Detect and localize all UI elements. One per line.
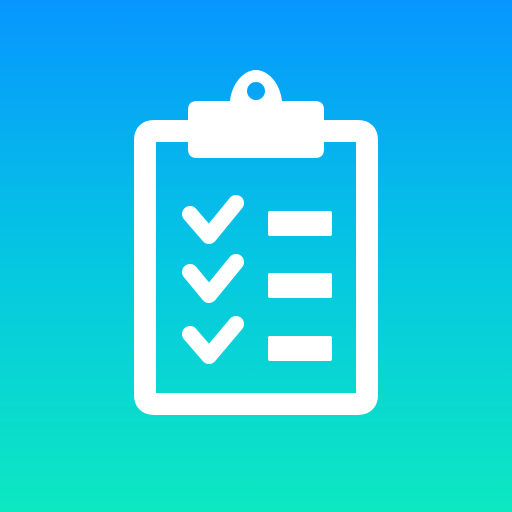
checklist-line-1 <box>268 211 332 236</box>
clipboard-clip-hole <box>247 82 265 100</box>
checklist <box>182 195 332 364</box>
checklist-check-3 <box>182 316 244 364</box>
checklist-check-2 <box>182 254 244 303</box>
app-icon <box>0 0 512 512</box>
clipboard-board-outline <box>134 120 378 415</box>
checklist-line-2 <box>268 273 332 298</box>
checklist-line-3 <box>268 336 332 361</box>
clipboard-checklist-icon <box>134 70 378 415</box>
checklist-check-1 <box>182 195 244 244</box>
